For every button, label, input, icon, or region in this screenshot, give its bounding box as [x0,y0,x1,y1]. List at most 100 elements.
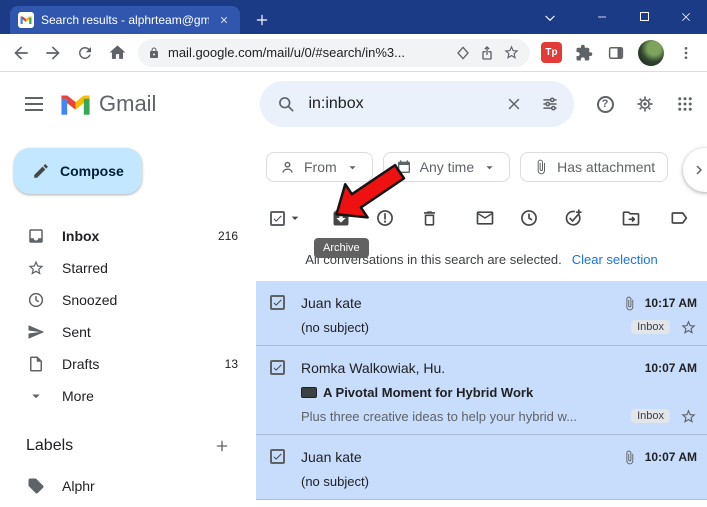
search-query-text[interactable]: in:inbox [304,95,496,113]
minimize-button[interactable] [581,0,623,33]
toolbar-right-group [611,200,699,236]
lock-icon[interactable] [148,46,160,60]
sidebar-item-count: 216 [217,229,238,243]
sidebar-item-starred[interactable]: Starred [0,252,256,284]
search-icon[interactable] [268,86,304,122]
browser-window: Search results - alphrteam@gma mail.goog… [0,0,707,507]
sidebar-item-sent[interactable]: Sent [0,316,256,348]
move-to-button[interactable] [611,200,651,236]
email-checkbox[interactable] [270,360,285,375]
extension-tp-icon[interactable]: Tp [541,42,562,63]
email-sender: Romka Walkowiak, Hu. [301,360,446,376]
sidebar-item-label: Starred [62,260,108,276]
email-subject: (no subject) [301,319,369,335]
close-window-button[interactable] [665,0,707,33]
archive-tooltip: Archive [314,238,369,258]
gmail-header: Gmail in:inbox ? [0,72,707,136]
sidebar-item-inbox[interactable]: Inbox 216 [0,220,256,252]
star-icon [26,258,46,278]
gmail-logo[interactable]: Gmail [60,91,156,117]
sidebar-item-more[interactable]: More [0,380,256,412]
settings-gear-icon[interactable] [625,84,665,124]
email-row[interactable]: Juan kate 10:07 AM (no subject) [256,435,707,500]
filter-chip-label: From [304,159,337,175]
extensions-puzzle-icon[interactable] [569,38,599,68]
compose-button[interactable]: Compose [14,148,142,194]
tab-close-icon[interactable] [216,12,232,28]
clear-search-icon[interactable] [496,86,532,122]
url-text[interactable]: mail.google.com/mail/u/0/#search/in%3... [168,45,447,60]
google-apps-grid-icon[interactable] [665,84,705,124]
search-options-tune-icon[interactable] [532,86,568,122]
paperclip-icon [622,450,637,465]
chevron-down-icon [482,160,497,175]
filter-chip-label: Has attachment [557,159,656,175]
create-label-plus-icon[interactable] [210,434,234,458]
select-all-checkbox[interactable] [270,210,285,226]
calendar-icon [396,159,412,175]
home-button[interactable] [102,38,132,68]
side-panel-icon[interactable] [601,38,631,68]
mark-unread-button[interactable] [465,200,505,236]
forward-button[interactable] [38,38,68,68]
tab-title: Search results - alphrteam@gma [41,13,209,27]
email-checkbox[interactable] [270,295,285,310]
labels-button[interactable] [659,200,699,236]
filter-chip-any-time[interactable]: Any time [382,152,511,182]
paperclip-icon [622,296,637,311]
star-toggle-icon[interactable] [680,408,697,425]
email-sender: Juan kate [301,295,362,311]
pencil-icon [34,164,48,178]
main-pane: From Any time Has attachment Archive All… [256,136,707,507]
compose-label: Compose [60,163,124,179]
email-snippet: Plus three creative ideas to help your h… [301,408,578,424]
filter-chip-has-attachment[interactable]: Has attachment [520,152,669,182]
browser-toolbar: mail.google.com/mail/u/0/#search/in%3...… [0,34,707,72]
email-row[interactable]: Juan kate 10:17 AM (no subject) Inbox [256,281,707,346]
archive-button[interactable] [321,200,361,236]
search-filter-chips: From Any time Has attachment [256,136,707,182]
main-menu-hamburger-icon[interactable] [10,80,58,128]
search-tabs-chevron-icon[interactable] [535,3,565,33]
report-spam-button[interactable] [365,200,405,236]
gmail-logo-text: Gmail [99,91,157,116]
select-dropdown-caret-icon[interactable] [287,210,303,226]
profile-avatar[interactable] [638,39,664,66]
sidebar: Compose Inbox 216 Starred Snoozed Sent D… [0,136,256,507]
inline-image-icon [301,386,317,398]
gmail-m-icon [61,95,90,115]
filter-chip-from[interactable]: From [266,152,373,182]
sidebar-item-label: Drafts [62,356,100,372]
back-button[interactable] [6,38,36,68]
help-icon[interactable]: ? [585,84,625,124]
share-icon[interactable] [479,45,495,61]
add-to-tasks-button[interactable] [553,200,593,236]
sidebar-label-alphr[interactable]: Alphr [0,470,256,502]
delete-button[interactable] [409,200,449,236]
reload-button[interactable] [70,38,100,68]
gmail-search-bar[interactable]: in:inbox [260,81,575,127]
draft-file-icon [26,354,46,374]
browser-tab[interactable]: Search results - alphrteam@gma [10,6,240,34]
email-time: 10:07 AM [644,450,697,464]
paperclip-icon [533,159,549,175]
diamond-icon[interactable] [455,45,471,61]
label-tag-icon [26,476,46,496]
email-row[interactable]: Romka Walkowiak, Hu. 10:07 AM A Pivotal … [256,346,707,435]
bookmark-star-icon[interactable] [503,44,520,61]
sidebar-item-drafts[interactable]: Drafts 13 [0,348,256,380]
maximize-button[interactable] [623,0,665,33]
new-tab-button[interactable] [248,6,276,34]
clear-selection-link[interactable]: Clear selection [572,252,658,267]
snooze-button[interactable] [509,200,549,236]
address-bar[interactable]: mail.google.com/mail/u/0/#search/in%3... [138,38,530,67]
browser-menu-kebab-icon[interactable] [671,38,701,68]
inbox-icon [26,226,46,246]
star-toggle-icon[interactable] [680,319,697,336]
sidebar-item-snoozed[interactable]: Snoozed [0,284,256,316]
clock-icon [26,290,46,310]
chevron-down-icon [26,386,46,406]
sidebar-item-label: More [62,388,94,404]
labels-title: Labels [26,437,74,454]
email-checkbox[interactable] [270,449,285,464]
